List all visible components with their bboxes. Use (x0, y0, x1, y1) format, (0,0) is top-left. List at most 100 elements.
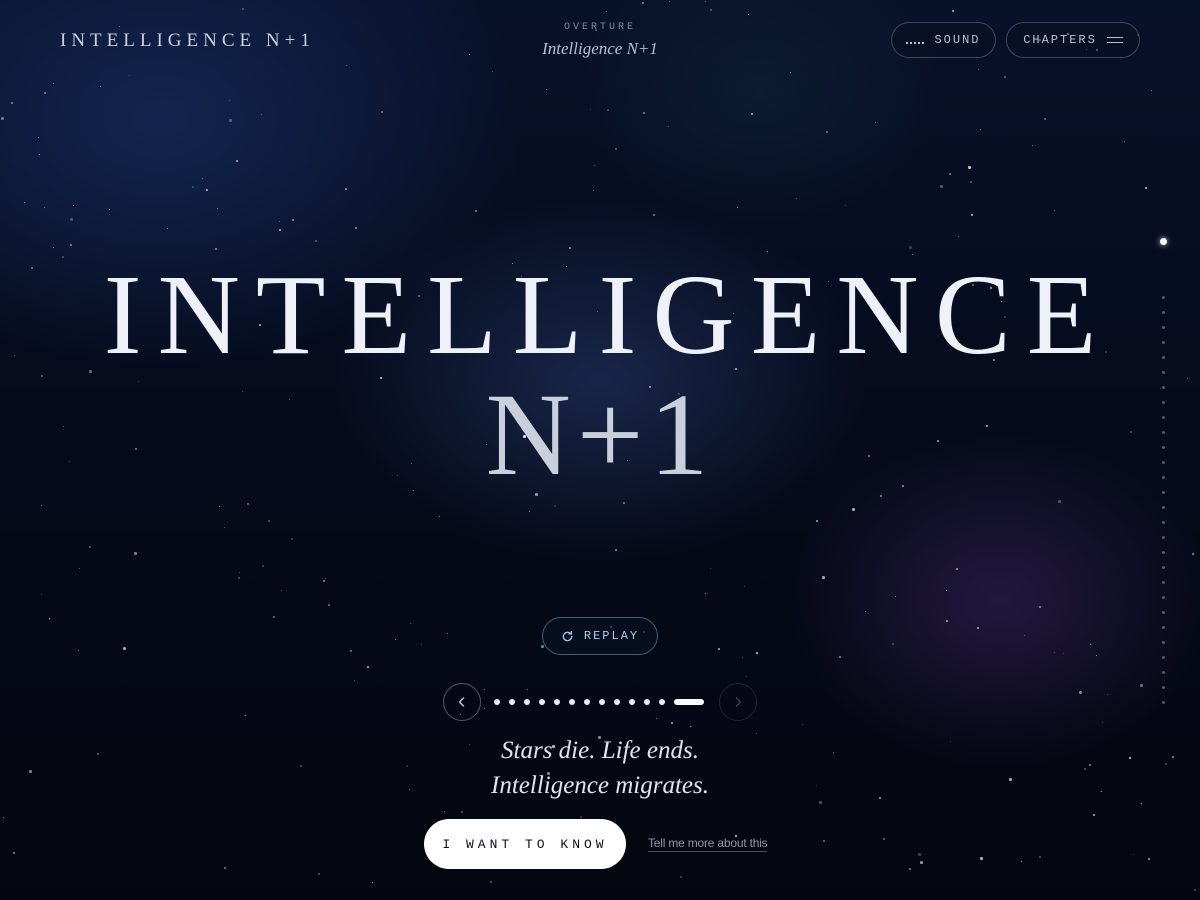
next-slide-button[interactable] (719, 683, 757, 721)
replay-label: REPLAY (583, 629, 640, 643)
star (1039, 606, 1041, 608)
star (355, 227, 357, 229)
pagination-dot[interactable] (539, 699, 545, 705)
star (918, 853, 921, 856)
brand-logo[interactable]: INTELLIGENCE N+1 (60, 30, 315, 52)
pagination-dot[interactable] (524, 699, 530, 705)
pagination-dot[interactable] (659, 699, 665, 705)
star (756, 652, 758, 654)
chapters-menu-button[interactable]: CHAPTERS (1006, 22, 1140, 58)
scroll-rail-tick (1162, 626, 1165, 629)
star (615, 549, 617, 551)
star (484, 708, 485, 709)
star (541, 645, 544, 648)
star (606, 11, 607, 12)
star (1084, 768, 1086, 770)
star (1039, 856, 1041, 858)
star (492, 71, 493, 72)
star (490, 881, 492, 883)
star (239, 572, 240, 573)
star (229, 119, 232, 122)
star (224, 527, 225, 528)
star (89, 546, 91, 548)
i-want-to-know-button[interactable]: I WANT TO KNOW (424, 819, 626, 869)
scroll-rail-tick (1162, 401, 1165, 404)
star (952, 10, 954, 12)
star (300, 765, 302, 767)
pagination-dot[interactable] (554, 699, 560, 705)
star (615, 148, 617, 150)
star (1151, 90, 1152, 91)
star (756, 733, 757, 734)
star (796, 198, 797, 199)
star (1141, 803, 1142, 804)
star (980, 129, 981, 130)
scroll-rail-tick (1162, 311, 1165, 314)
star (421, 644, 422, 645)
pagination-dot[interactable] (494, 699, 500, 705)
star (1032, 145, 1033, 146)
star (410, 623, 411, 624)
star (1058, 500, 1061, 503)
pagination-dot[interactable] (509, 699, 515, 705)
star (1, 117, 4, 120)
tagline-line1: Stars die. Life ends. (501, 737, 699, 764)
scroll-rail-tick (1162, 596, 1165, 599)
sound-toggle-button[interactable]: SOUND (891, 22, 996, 58)
tell-me-more-link[interactable]: Tell me more about this (648, 836, 768, 852)
star (970, 181, 972, 183)
replay-button[interactable]: REPLAY (542, 617, 658, 655)
scroll-rail-tick (1162, 491, 1165, 494)
star (1148, 858, 1150, 860)
star (109, 209, 110, 210)
star (273, 616, 275, 618)
star (671, 722, 673, 724)
pagination-dot[interactable] (629, 699, 635, 705)
star (242, 8, 244, 10)
star (395, 639, 396, 640)
star (940, 185, 943, 188)
star (202, 178, 203, 179)
star (946, 590, 947, 591)
star (569, 247, 571, 249)
tagline-line2: Intelligence migrates. (491, 772, 709, 799)
star (73, 205, 74, 206)
pagination-dot[interactable] (614, 699, 620, 705)
star (958, 236, 959, 237)
previous-slide-button[interactable] (443, 683, 481, 721)
star (909, 868, 911, 870)
pagination-dot[interactable] (584, 699, 590, 705)
pagination-dot[interactable] (644, 699, 650, 705)
star (119, 26, 120, 27)
star (41, 594, 42, 595)
star (224, 867, 226, 869)
star (1102, 722, 1103, 723)
star (1140, 684, 1143, 687)
scroll-rail-tick (1162, 386, 1165, 389)
pagination-dot-active[interactable] (674, 699, 704, 705)
star (590, 109, 591, 110)
pagination-dot[interactable] (569, 699, 575, 705)
star (1096, 655, 1097, 656)
scroll-rail-tick (1162, 476, 1165, 479)
star (949, 173, 951, 175)
star (746, 676, 747, 677)
star (744, 586, 745, 587)
star (444, 811, 445, 812)
pagination-dot[interactable] (599, 699, 605, 705)
scroll-rail-tick (1162, 551, 1165, 554)
hero-title-line1: INTELLIGENCE (103, 251, 1113, 378)
scroll-position-indicator[interactable] (1160, 238, 1167, 245)
star (956, 568, 958, 570)
star (123, 647, 126, 650)
scroll-rail-tick (1162, 611, 1165, 614)
scroll-rail-tick (1162, 701, 1165, 704)
star (49, 618, 50, 619)
scroll-rail-tick (1162, 521, 1165, 524)
star (315, 240, 317, 242)
scroll-rail-tick (1162, 536, 1165, 539)
star (1192, 553, 1194, 555)
star (1133, 854, 1134, 855)
star (1063, 653, 1064, 654)
replay-icon (562, 630, 573, 641)
